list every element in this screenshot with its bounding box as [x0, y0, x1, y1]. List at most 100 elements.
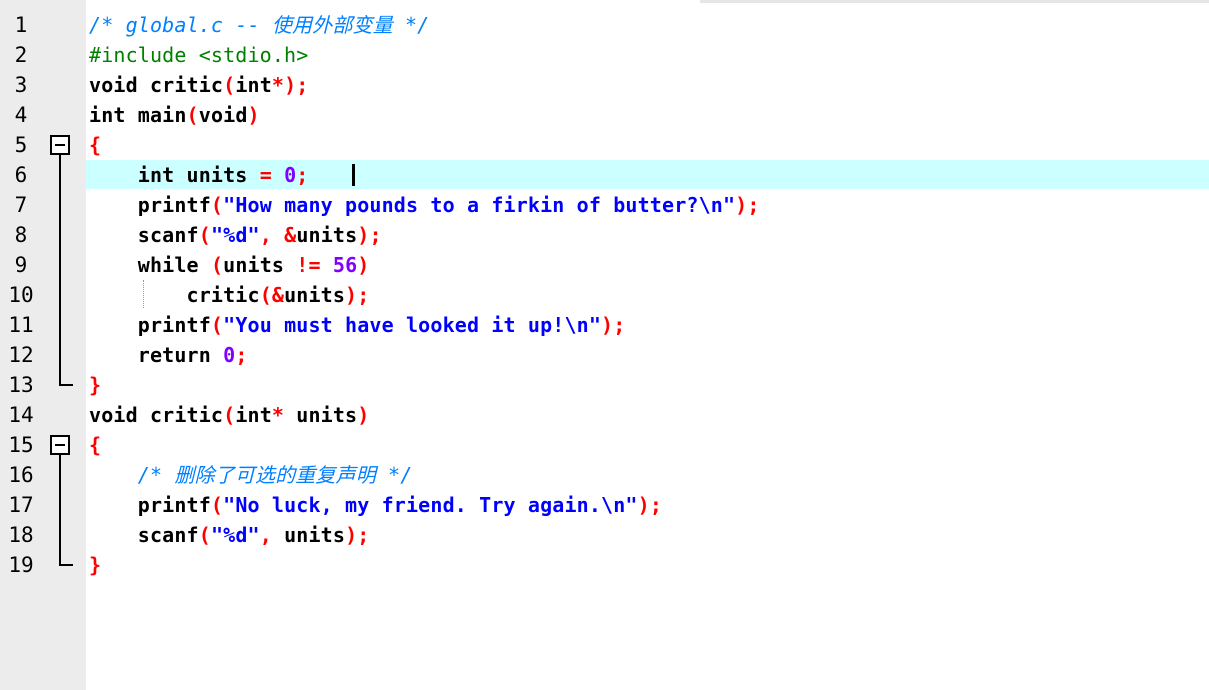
code-token: "How many pounds to a firkin of butter?\…: [223, 193, 736, 217]
code-token: *: [271, 403, 285, 427]
line-number: 17: [8, 493, 34, 517]
code-token: );: [357, 223, 382, 247]
code-line[interactable]: 12 return 0;: [0, 340, 1209, 370]
code-text[interactable]: critic(&units);: [89, 280, 370, 310]
code-text[interactable]: while (units != 56): [89, 250, 370, 280]
line-number: 13: [8, 373, 34, 397]
code-token: critic: [137, 403, 224, 427]
code-line[interactable]: 19}: [0, 550, 1209, 580]
fold-range-line: [59, 455, 61, 566]
code-token: 0: [223, 343, 236, 367]
code-line[interactable]: 4 int main(void): [0, 100, 1209, 130]
code-text[interactable]: scanf("%d", &units);: [89, 220, 382, 250]
code-token: (: [223, 73, 236, 97]
code-token: *);: [271, 73, 309, 97]
code-token: int: [235, 73, 272, 97]
code-token: scanf: [89, 223, 199, 247]
code-token: ,: [259, 523, 272, 547]
indent-guide: [143, 280, 144, 308]
code-line[interactable]: 18 scanf("%d", units);: [0, 520, 1209, 550]
code-text[interactable]: printf("How many pounds to a firkin of b…: [89, 190, 760, 220]
code-line[interactable]: 11 printf("You must have looked it up!\n…: [0, 310, 1209, 340]
code-token: );: [345, 523, 370, 547]
tab-bar-segment: [700, 0, 1209, 3]
code-line[interactable]: 17 printf("No luck, my friend. Try again…: [0, 490, 1209, 520]
code-token: void: [89, 403, 138, 427]
line-number: 10: [8, 283, 34, 307]
fold-toggle-icon[interactable]: [50, 435, 70, 455]
code-token: 56: [332, 253, 358, 277]
code-text[interactable]: {: [89, 130, 101, 160]
code-token: int: [235, 403, 272, 427]
code-token: /* global.c -- 使用外部变量 */: [89, 13, 430, 37]
code-token: =: [259, 163, 272, 187]
code-token: "%d": [210, 523, 260, 547]
code-token: (: [210, 253, 224, 277]
code-text[interactable]: scanf("%d", units);: [89, 520, 370, 550]
fold-toggle-icon[interactable]: [50, 135, 70, 155]
code-line[interactable]: 16 /* 删除了可选的重复声明 */: [0, 460, 1209, 490]
code-editor[interactable]: 1 /* global.c -- 使用外部变量 */ 2 #include <stdi…: [0, 0, 1209, 690]
code-token: ): [357, 403, 370, 427]
code-text[interactable]: void critic(int*);: [89, 70, 308, 100]
line-number: 4: [14, 103, 28, 127]
code-line[interactable]: 15 {: [0, 430, 1209, 460]
code-token: "No luck, my friend. Try again.\n": [223, 493, 638, 517]
code-text[interactable]: printf("No luck, my friend. Try again.\n…: [89, 490, 662, 520]
code-token: printf: [89, 313, 211, 337]
code-text[interactable]: int units = 0;: [89, 160, 321, 190]
code-token: (: [210, 493, 224, 517]
line-number: 16: [8, 463, 34, 487]
code-text[interactable]: return 0;: [89, 340, 248, 370]
code-line[interactable]: 1 /* global.c -- 使用外部变量 */: [0, 10, 1209, 40]
code-text[interactable]: /* global.c -- 使用外部变量 */: [89, 10, 429, 40]
code-line[interactable]: 8 scanf("%d", &units);: [0, 220, 1209, 250]
code-line[interactable]: 13}: [0, 370, 1209, 400]
code-token: ): [357, 253, 370, 277]
code-token: );: [601, 313, 626, 337]
code-text[interactable]: #include <stdio.h>: [89, 40, 308, 70]
code-text[interactable]: int main(void): [89, 100, 260, 130]
code-token: scanf: [89, 523, 199, 547]
code-token: );: [735, 193, 760, 217]
line-number: 9: [14, 253, 28, 277]
code-text[interactable]: }: [89, 370, 101, 400]
code-line[interactable]: 10 critic(&units);: [0, 280, 1209, 310]
line-number: 6: [14, 163, 28, 187]
code-line[interactable]: 6 int units = 0;: [0, 160, 1209, 190]
code-token: #include <stdio.h>: [89, 43, 309, 67]
code-token: units: [223, 253, 297, 277]
code-token: );: [637, 493, 663, 517]
fold-end-marker: [59, 564, 73, 566]
code-text[interactable]: printf("You must have looked it up!\n");: [89, 310, 626, 340]
line-number: 15: [8, 433, 34, 457]
code-line[interactable]: 7 printf("How many pounds to a firkin of…: [0, 190, 1209, 220]
code-token: critic: [89, 283, 260, 307]
code-token: }: [89, 553, 102, 577]
code-line[interactable]: 2 #include <stdio.h>: [0, 40, 1209, 70]
code-token: (&: [259, 283, 285, 307]
code-text[interactable]: void critic(int* units): [89, 400, 369, 430]
code-line[interactable]: 14 void critic(int* units): [0, 400, 1209, 430]
code-token: while: [137, 253, 199, 277]
fold-range-line: [59, 155, 61, 386]
code-text[interactable]: /* 删除了可选的重复声明 */: [89, 460, 413, 490]
code-line[interactable]: 3 void critic(int*);: [0, 70, 1209, 100]
line-number: 19: [8, 553, 34, 577]
code-token: (: [198, 223, 211, 247]
code-token: units: [284, 403, 358, 427]
line-number: 7: [14, 193, 28, 217]
code-text[interactable]: }: [89, 550, 101, 580]
code-text[interactable]: {: [89, 430, 101, 460]
code-token: (: [210, 313, 224, 337]
text-caret: [352, 164, 355, 186]
code-line[interactable]: 9 while (units != 56): [0, 250, 1209, 280]
code-line[interactable]: 5{: [0, 130, 1209, 160]
code-token: ;: [235, 343, 248, 367]
tab-bar-edge: [0, 0, 1209, 4]
